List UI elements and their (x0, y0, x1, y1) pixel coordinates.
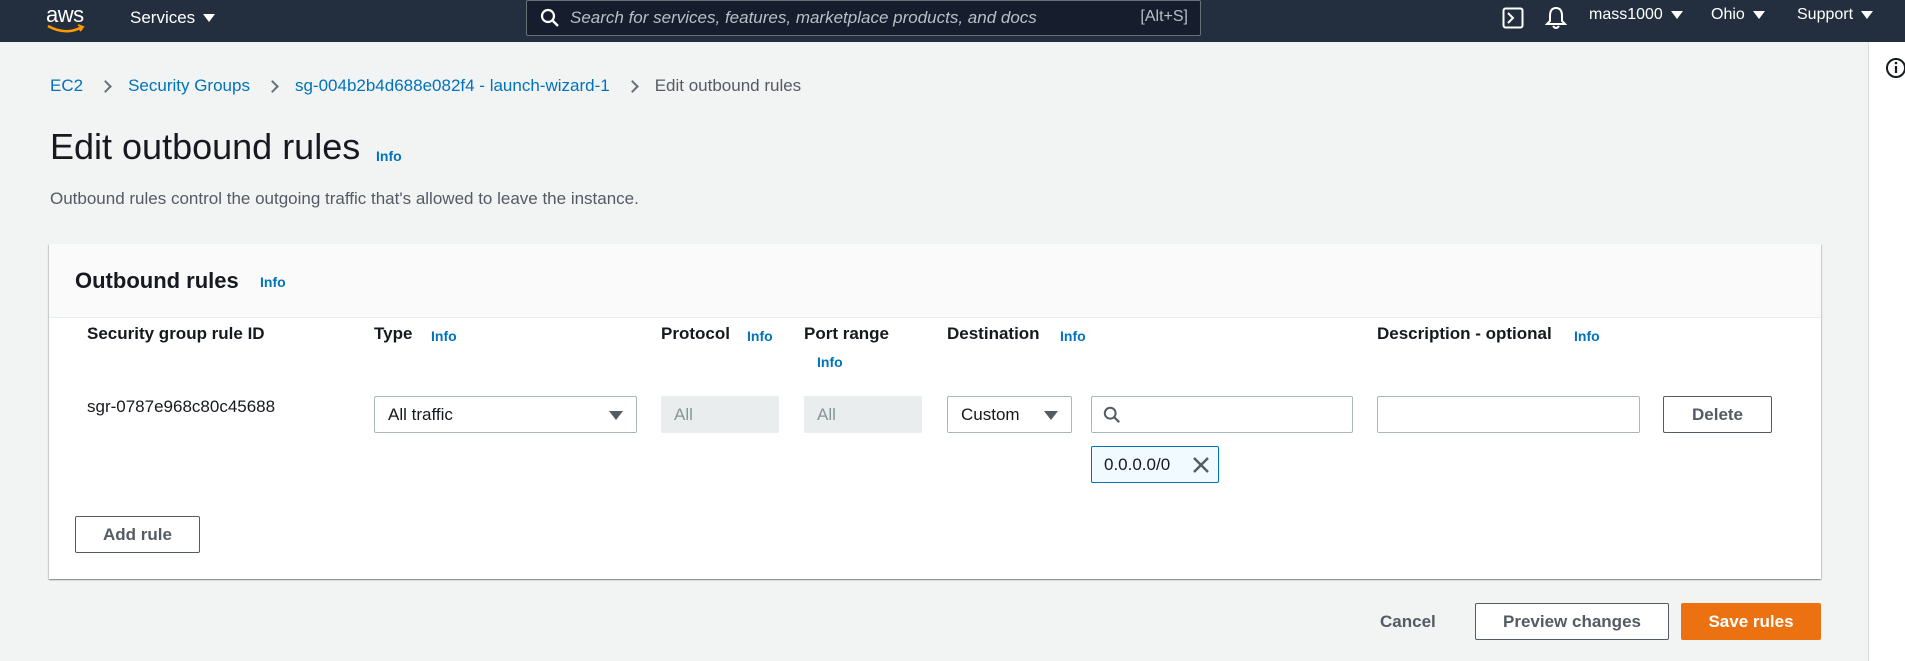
type-select-value: All traffic (388, 404, 453, 424)
breadcrumb-security-groups[interactable]: Security Groups (128, 76, 250, 96)
chevron-right-icon (99, 79, 112, 93)
account-label: mass1000 (1589, 6, 1663, 23)
destination-token: 0.0.0.0/0 (1091, 446, 1219, 483)
port-range-info-link[interactable]: Info (817, 354, 843, 370)
caret-down-icon (203, 14, 216, 22)
cancel-button[interactable]: Cancel (1380, 612, 1436, 632)
col-header-protocol: Protocol (661, 324, 730, 343)
region-menu[interactable]: Ohio (1711, 6, 1765, 24)
rule-id: sgr-0787e968c80c45688 (87, 397, 276, 416)
type-select[interactable]: All traffic (374, 396, 637, 433)
destination-search-input[interactable] (1091, 396, 1353, 433)
destination-info-link[interactable]: Info (1060, 328, 1086, 344)
caret-down-icon (1670, 11, 1683, 19)
close-icon[interactable] (1192, 456, 1210, 474)
caret-down-icon (1044, 411, 1058, 420)
search-icon (1103, 406, 1120, 423)
side-panel-bar (1868, 42, 1905, 661)
panel-info-link[interactable]: Info (260, 274, 286, 290)
description-input[interactable] (1377, 396, 1640, 433)
save-rules-button[interactable]: Save rules (1681, 603, 1821, 640)
page-title-info-link[interactable]: Info (376, 148, 402, 164)
global-search-input[interactable] (570, 8, 1110, 28)
outbound-rules-panel: Outbound rules Info Security group rule … (49, 244, 1821, 579)
cloudshell-button[interactable] (1502, 7, 1524, 29)
bell-icon (1545, 6, 1567, 29)
port-range-value: All (817, 404, 836, 424)
global-search[interactable]: [Alt+S] (526, 0, 1201, 36)
port-range-field: All (804, 396, 922, 433)
info-circle-icon[interactable] (1885, 57, 1905, 79)
account-menu[interactable]: mass1000 (1589, 6, 1683, 24)
panel-title: Outbound rules (75, 268, 239, 293)
destination-token-value: 0.0.0.0/0 (1104, 454, 1171, 474)
notifications-button[interactable] (1545, 6, 1567, 30)
support-menu[interactable]: Support (1797, 6, 1874, 24)
preview-changes-button[interactable]: Preview changes (1475, 603, 1669, 640)
description-info-link[interactable]: Info (1574, 328, 1600, 344)
breadcrumb-current: Edit outbound rules (654, 76, 802, 95)
region-label: Ohio (1711, 6, 1745, 23)
add-rule-button[interactable]: Add rule (75, 516, 200, 553)
support-label: Support (1797, 6, 1854, 23)
top-navigation: aws Services [Alt+S] mass1000 Ohio (0, 0, 1905, 42)
page-description: Outbound rules control the outgoing traf… (50, 189, 639, 208)
caret-down-icon (609, 411, 623, 420)
breadcrumb-ec2[interactable]: EC2 (50, 76, 83, 96)
search-shortcut-hint: [Alt+S] (1140, 8, 1188, 25)
cloudshell-icon (1502, 7, 1524, 29)
type-info-link[interactable]: Info (431, 328, 457, 344)
breadcrumb-security-group[interactable]: sg-004b2b4d688e082f4 - launch-wizard-1 (295, 76, 610, 96)
protocol-info-link[interactable]: Info (747, 328, 773, 344)
protocol-field: All (661, 396, 779, 433)
delete-rule-button[interactable]: Delete (1663, 396, 1772, 433)
panel-header: Outbound rules Info (49, 244, 1821, 318)
aws-logo[interactable]: aws (46, 2, 90, 36)
destination-type-select[interactable]: Custom (947, 396, 1072, 433)
services-label: Services (130, 8, 196, 27)
search-icon (540, 8, 559, 27)
breadcrumb: EC2 Security Groups sg-004b2b4d688e082f4… (50, 76, 801, 96)
chevron-right-icon (266, 79, 279, 93)
col-header-port-range: Port range (804, 324, 890, 343)
destination-type-value: Custom (961, 404, 1020, 424)
chevron-right-icon (625, 79, 639, 93)
caret-down-icon (1752, 11, 1765, 19)
col-header-rule-id: Security group rule ID (87, 324, 265, 343)
page-title: Edit outbound rules (50, 126, 361, 167)
services-menu[interactable]: Services (130, 8, 216, 28)
col-header-description: Description - optional (1377, 324, 1552, 343)
col-header-type: Type (374, 324, 413, 343)
caret-down-icon (1861, 11, 1874, 19)
aws-smile-icon (47, 24, 85, 33)
col-header-destination: Destination (947, 324, 1040, 343)
protocol-value: All (674, 404, 693, 424)
